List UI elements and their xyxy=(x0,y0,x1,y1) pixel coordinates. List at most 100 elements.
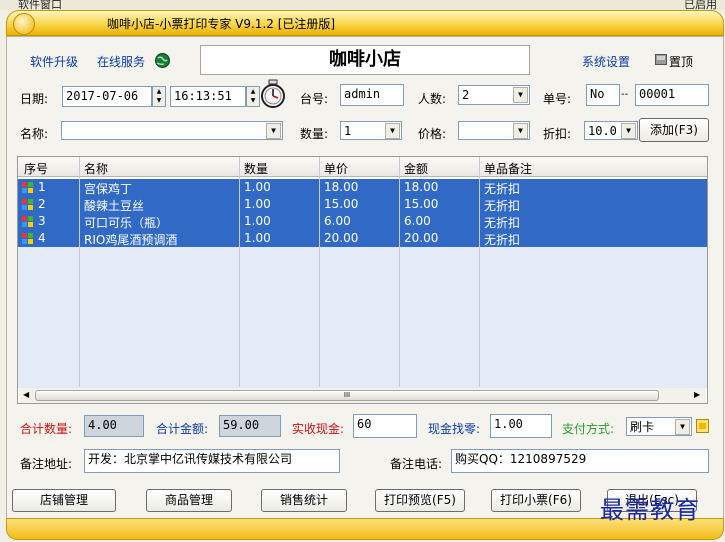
system-settings-link[interactable]: 系统设置 xyxy=(582,53,630,70)
order-number-field[interactable]: 00001 xyxy=(635,84,709,106)
note-phone-field[interactable]: 购买QQ：1210897529 xyxy=(451,449,709,473)
cell-price: 15.00 xyxy=(324,197,359,211)
outer-window-strip: 软件窗口 已启用 xyxy=(0,0,725,11)
table-header: 序号 名称 数量 单价 金额 单品备注 xyxy=(18,157,707,177)
price-label: 价格: xyxy=(418,127,447,141)
column-divider xyxy=(479,157,480,387)
chevron-down-icon[interactable]: ▼ xyxy=(513,87,528,103)
cell-no: 3 xyxy=(38,214,46,228)
pin-icon xyxy=(655,54,667,65)
cell-amount: 6.00 xyxy=(404,214,431,228)
cell-amount: 15.00 xyxy=(404,197,439,211)
date-spinner[interactable]: ▲ ▼ xyxy=(152,86,166,107)
discount-label: 折扣: xyxy=(543,127,572,141)
cash-change-label: 现金找零: xyxy=(428,422,481,436)
table-empty-area[interactable] xyxy=(18,247,707,388)
cell-note: 无折扣 xyxy=(484,182,521,196)
chevron-down-icon[interactable]: ▼ xyxy=(266,123,281,139)
cell-qty: 1.00 xyxy=(244,197,271,211)
people-count-select[interactable]: 2 ▼ xyxy=(458,85,530,105)
item-flag-icon xyxy=(22,199,33,210)
quantity-value: 1 xyxy=(344,124,352,138)
item-flag-icon xyxy=(22,233,33,244)
window-title: 咖啡小店-小票打印专家 V9.1.2 [已注册版] xyxy=(107,17,336,31)
cell-amount: 18.00 xyxy=(404,180,439,194)
cell-name: 可口可乐（瓶） xyxy=(84,216,169,230)
cash-received-input[interactable]: 60 xyxy=(353,414,417,438)
chevron-down-icon[interactable]: ▼ xyxy=(621,123,636,139)
horizontal-scrollbar[interactable]: ◀ III ▶ xyxy=(19,388,706,403)
shop-management-button[interactable]: 店铺管理 xyxy=(12,489,116,512)
column-divider xyxy=(79,157,80,387)
cell-note: 无折扣 xyxy=(484,199,521,213)
discount-value: 10.0 xyxy=(588,124,617,138)
item-flag-icon xyxy=(22,182,33,193)
item-flag-icon xyxy=(22,216,33,227)
column-header-no[interactable]: 序号 xyxy=(24,160,48,177)
chevron-down-icon[interactable]: ▼ xyxy=(385,123,400,139)
app-logo-icon xyxy=(13,13,35,35)
people-count-value: 2 xyxy=(462,88,470,102)
table-row[interactable]: 1 宫保鸡丁 1.00 18.00 18.00 无折扣 xyxy=(18,179,707,196)
payment-method-value: 刷卡 xyxy=(630,420,655,434)
table-row[interactable]: 2 酸辣土豆丝 1.00 15.00 15.00 无折扣 xyxy=(18,196,707,213)
chevron-down-icon[interactable]: ▼ xyxy=(675,419,690,435)
quantity-label: 数量: xyxy=(300,127,329,141)
price-select[interactable]: ▼ xyxy=(458,121,530,140)
title-bar[interactable]: 咖啡小店-小票打印专家 V9.1.2 [已注册版] xyxy=(6,10,724,36)
chevron-down-icon[interactable]: ▼ xyxy=(513,123,528,139)
column-header-amount[interactable]: 金额 xyxy=(404,160,428,177)
cell-name: 宫保鸡丁 xyxy=(84,182,133,196)
sales-stats-button[interactable]: 销售统计 xyxy=(261,489,347,512)
total-amount-label: 合计金额: xyxy=(156,422,209,436)
cell-name: 酸辣土豆丝 xyxy=(84,199,145,213)
quantity-select[interactable]: 1 ▼ xyxy=(340,121,402,140)
item-name-select[interactable]: ▼ xyxy=(61,121,283,140)
spin-up-icon[interactable]: ▲ xyxy=(247,87,259,96)
column-header-name[interactable]: 名称 xyxy=(84,160,108,177)
time-field[interactable]: 16:13:51 xyxy=(170,86,246,107)
payment-method-select[interactable]: 刷卡 ▼ xyxy=(626,417,692,436)
scroll-right-icon[interactable]: ▶ xyxy=(694,390,700,399)
scroll-left-icon[interactable]: ◀ xyxy=(23,390,29,399)
cell-note: 无折扣 xyxy=(484,216,521,230)
cash-received-label: 实收现金: xyxy=(292,422,345,436)
note-address-field[interactable]: 开发：北京掌中亿讯传媒技术有限公司 xyxy=(84,449,340,473)
scrollbar-thumb[interactable]: III xyxy=(35,390,659,401)
table-row[interactable]: 3 可口可乐（瓶） 1.00 6.00 6.00 无折扣 xyxy=(18,213,707,230)
date-field[interactable]: 2017-07-06 xyxy=(62,86,152,107)
order-prefix-field[interactable]: No xyxy=(586,84,620,106)
software-upgrade-link[interactable]: 软件升级 xyxy=(30,53,78,70)
order-separator: -- xyxy=(621,89,629,100)
cell-price: 6.00 xyxy=(324,214,351,228)
note-address-label: 备注地址: xyxy=(20,457,73,471)
column-header-note[interactable]: 单品备注 xyxy=(484,160,532,177)
online-service-link[interactable]: 在线服务 xyxy=(97,53,145,70)
column-header-qty[interactable]: 数量 xyxy=(244,160,268,177)
goods-management-button[interactable]: 商品管理 xyxy=(146,489,232,512)
payment-settings-icon[interactable] xyxy=(696,419,709,433)
payment-method-label: 支付方式: xyxy=(562,422,615,436)
print-preview-button[interactable]: 打印预览(F5) xyxy=(375,489,465,512)
discount-select[interactable]: 10.0 ▼ xyxy=(584,121,638,140)
table-number-label: 台号: xyxy=(300,92,329,106)
pin-on-top-toggle[interactable]: 置顶 xyxy=(669,53,693,70)
table-row[interactable]: 4 RIO鸡尾酒预调酒 1.00 20.00 20.00 无折扣 xyxy=(18,230,707,247)
print-receipt-button[interactable]: 打印小票(F6) xyxy=(491,489,581,512)
spin-down-icon[interactable]: ▼ xyxy=(247,96,259,105)
spin-down-icon[interactable]: ▼ xyxy=(153,96,165,105)
column-divider xyxy=(239,157,240,387)
total-quantity-field: 4.00 xyxy=(84,415,144,437)
add-item-button[interactable]: 添加(F3) xyxy=(639,118,709,142)
spin-up-icon[interactable]: ▲ xyxy=(153,87,165,96)
cell-no: 1 xyxy=(38,180,46,194)
column-divider xyxy=(319,157,320,387)
column-header-price[interactable]: 单价 xyxy=(324,160,348,177)
order-items-table: 序号 名称 数量 单价 金额 单品备注 1 宫保鸡丁 1.00 18.00 18… xyxy=(17,156,708,404)
table-number-field[interactable]: admin xyxy=(340,84,404,106)
stopwatch-icon[interactable] xyxy=(259,79,287,109)
total-quantity-label: 合计数量: xyxy=(20,422,73,436)
cash-change-field[interactable]: 1.00 xyxy=(490,414,552,438)
time-spinner[interactable]: ▲ ▼ xyxy=(246,86,260,107)
item-name-label: 名称: xyxy=(20,127,49,141)
